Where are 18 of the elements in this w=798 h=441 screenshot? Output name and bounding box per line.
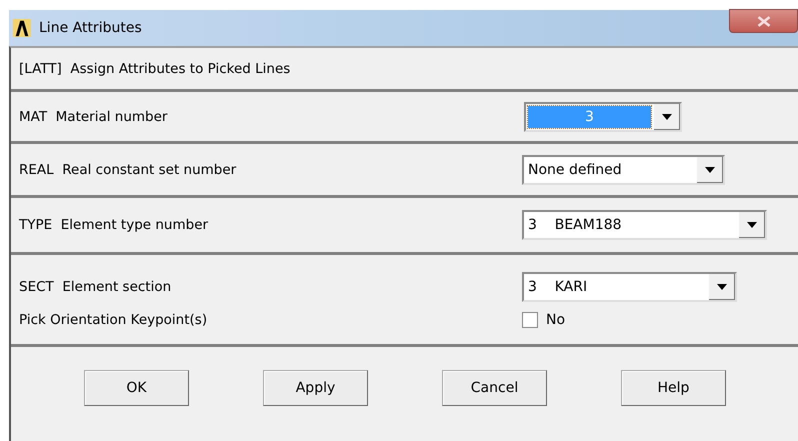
dialog-button[interactable]: Apply bbox=[263, 370, 368, 406]
field-label: MAT Material number bbox=[18, 108, 168, 124]
dropdown[interactable]: 3 BEAM188 bbox=[522, 210, 767, 240]
dropdown[interactable]: 3 KARI bbox=[522, 272, 737, 302]
dialog-button[interactable]: Help bbox=[621, 370, 726, 406]
dropdown[interactable]: None defined bbox=[522, 154, 725, 184]
field-label: TYPE Element type number bbox=[18, 217, 210, 233]
window-title: Line Attributes bbox=[39, 20, 142, 36]
checkbox[interactable]: No bbox=[522, 312, 566, 328]
field-label: REAL Real constant set number bbox=[18, 162, 238, 178]
dialog-heading: [LATT] Assign Attributes to Picked Lines bbox=[19, 60, 290, 76]
field-label: Pick Orientation Keypoint(s) bbox=[18, 312, 208, 328]
field-label: SECT Element section bbox=[18, 278, 172, 294]
close-button[interactable] bbox=[729, 9, 798, 33]
dialog-button[interactable]: OK bbox=[84, 370, 189, 406]
close-icon bbox=[756, 16, 770, 26]
logo-icon bbox=[13, 19, 31, 37]
dialog-button[interactable]: Cancel bbox=[442, 370, 547, 406]
